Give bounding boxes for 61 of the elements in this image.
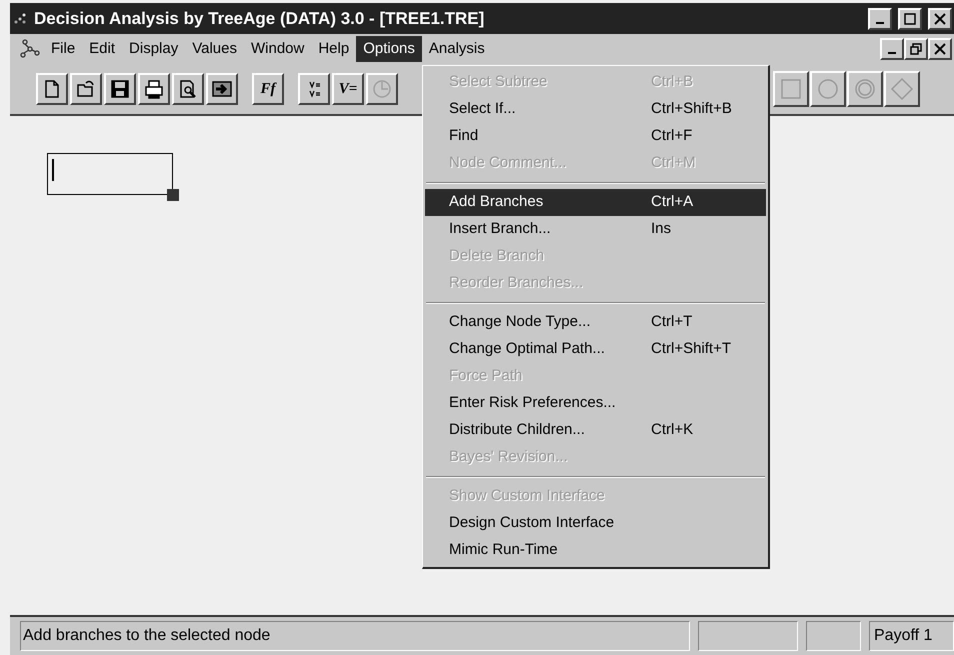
menu-option[interactable]: Mimic Run-Time [425,537,766,564]
menu-option[interactable]: Enter Risk Preferences... [425,390,766,417]
tree-node[interactable] [47,153,173,195]
circle-icon [817,78,839,100]
close-icon [934,12,946,24]
node-type-button[interactable] [810,71,846,107]
clock-icon [372,79,392,99]
menu-item[interactable]: Analysis [422,36,492,62]
maximize-icon [904,12,916,24]
diamond-icon [890,77,914,101]
menu-item[interactable]: Help [311,36,356,62]
minimize-icon [876,22,884,24]
menu-item[interactable]: Window [244,36,312,62]
window-title: Decision Analysis by TreeAge (DATA) 3.0 - [TREE1.TRE] [34,8,484,30]
toolbar-button[interactable] [104,73,136,105]
menu-item[interactable]: Options [356,36,422,62]
node-type-button[interactable] [884,71,920,107]
menu-option[interactable]: Find Ctrl+F [425,123,766,150]
toolbar-button[interactable] [70,73,102,105]
toolbar-button[interactable] [298,73,330,105]
menu-option[interactable]: Change Optimal Path... Ctrl+Shift+T [425,336,766,363]
folder-icon [76,79,96,99]
status-panel [806,621,861,651]
toolbar-button[interactable] [172,73,204,105]
double-circle-icon [854,78,876,100]
menu-item[interactable]: Display [122,36,186,62]
status-panel: Payoff 1 [869,621,954,651]
menu-item[interactable]: Edit [82,36,122,62]
arrow-box-icon [212,79,232,99]
close-icon [934,43,946,55]
menu-option[interactable]: Design Custom Interface [425,510,766,537]
minimize-button[interactable] [880,38,904,60]
menu-option[interactable]: Distribute Children... Ctrl+K [425,417,766,444]
status-message: Add branches to the selected node [20,621,690,651]
node-type-button[interactable] [773,71,809,107]
restore-button[interactable] [904,38,928,60]
minimize-icon [888,52,896,54]
menu-item[interactable]: Values [185,36,244,62]
app-dots-icon [14,12,28,26]
menu-item[interactable]: File [44,36,82,62]
page-magnifier-icon [178,79,198,99]
restore-icon [910,43,922,55]
node-handle[interactable] [167,189,179,201]
text-cursor [52,159,54,181]
close-button[interactable] [928,8,952,30]
toolbar-button[interactable]: Ff [252,73,284,105]
toolbar-button[interactable]: V= [332,73,364,105]
menu-option[interactable]: Change Node Type... Ctrl+T [425,309,766,336]
node-type-button[interactable] [847,71,883,107]
menu-option[interactable]: Add Branches Ctrl+A [425,189,766,216]
toolbar-button[interactable] [206,73,238,105]
menu-option[interactable]: Select If... Ctrl+Shift+B [425,96,766,123]
minimize-button[interactable] [868,8,892,30]
toolbar-button[interactable] [36,73,68,105]
tree-logo-icon [20,39,40,59]
close-button[interactable] [928,38,952,60]
maximize-button[interactable] [898,8,922,30]
toolbar-button[interactable] [138,73,170,105]
menu-option[interactable]: Insert Branch... Ins [425,216,766,243]
square-icon [780,78,802,100]
printer-icon [144,79,164,99]
